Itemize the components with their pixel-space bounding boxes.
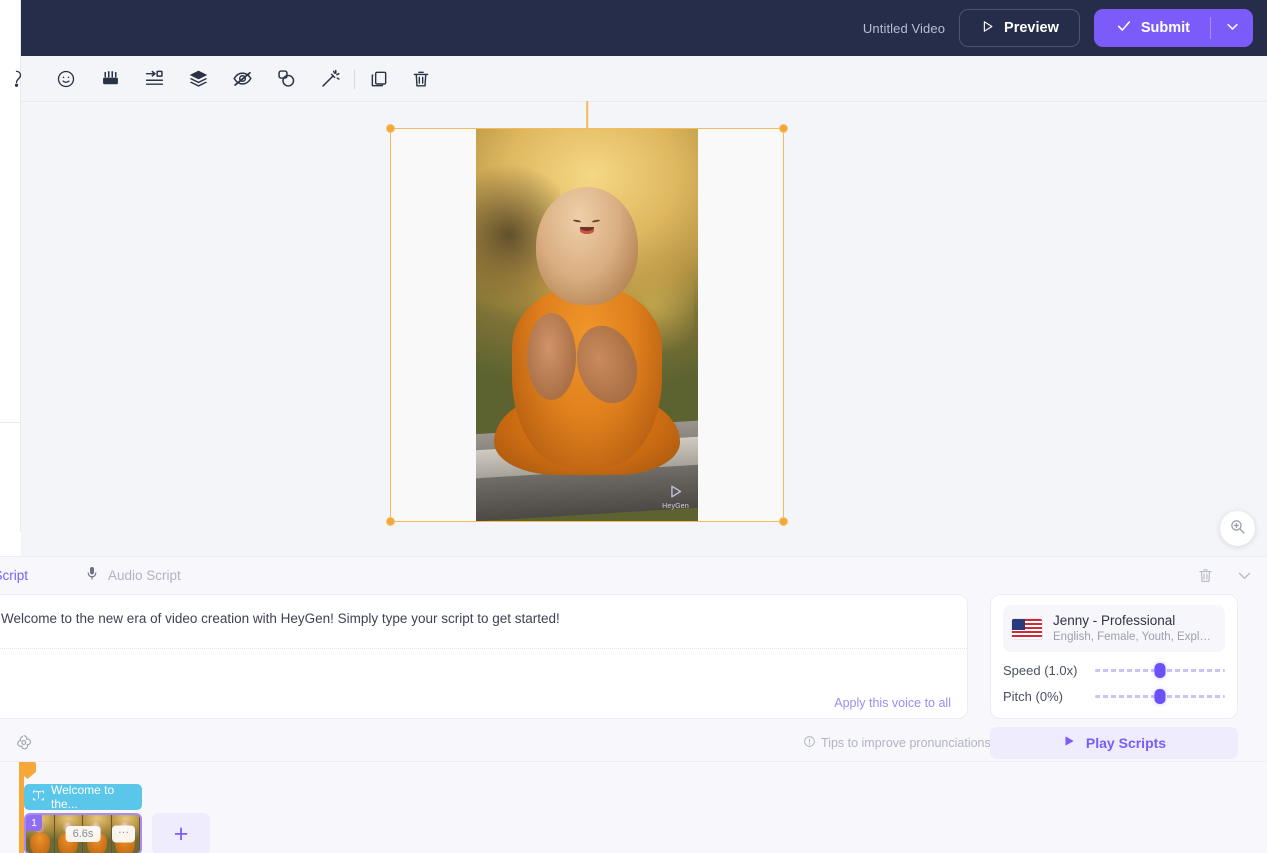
left-panel-stub-top: [0, 0, 21, 56]
voice-meta: Jenny - Professional English, Female, Yo…: [1053, 612, 1216, 645]
timeline[interactable]: Welcome to the... 1 6.6s ··· +: [0, 761, 1267, 853]
script-panel: t Script Audio Script: [0, 556, 1267, 761]
info-icon: [803, 735, 816, 751]
apply-voice-to-all-link[interactable]: Apply this voice to all: [834, 696, 951, 710]
watermark-label: HeyGen: [662, 503, 689, 510]
align-icon[interactable]: [138, 63, 170, 95]
check-icon: [1116, 18, 1132, 38]
scene-clip[interactable]: 1 6.6s ···: [24, 813, 142, 853]
us-flag-icon: [1012, 619, 1042, 639]
play-scripts-button[interactable]: Play Scripts: [990, 727, 1238, 759]
script-panel-header: t Script Audio Script: [0, 557, 1267, 594]
play-icon: [1062, 734, 1076, 751]
pitch-slider[interactable]: [1095, 690, 1225, 704]
hide-icon[interactable]: [226, 63, 258, 95]
speed-control: Speed (1.0x): [1003, 663, 1225, 678]
scene-duration-badge: 6.6s: [66, 826, 101, 842]
zoom-in-icon: [1229, 518, 1246, 540]
toolbar-divider: [354, 69, 355, 89]
emoji-icon[interactable]: [50, 63, 82, 95]
voice-details: English, Female, Youth, Explain...: [1053, 629, 1216, 645]
duplicate-icon[interactable]: [363, 63, 395, 95]
submit-label: Submit: [1141, 20, 1190, 36]
play-scripts-label: Play Scripts: [1086, 735, 1166, 751]
pitch-control: Pitch (0%): [1003, 689, 1225, 704]
speed-label: Speed (1.0x): [1003, 663, 1095, 678]
pronunciation-tips-link[interactable]: Tips to improve pronunciations: [803, 735, 991, 751]
heygen-video-editor: Untitled Video Preview Submit: [0, 0, 1267, 853]
layers-icon[interactable]: [182, 63, 214, 95]
sticker-icon[interactable]: [94, 63, 126, 95]
pronunciation-tips-label: Tips to improve pronunciations: [821, 736, 991, 750]
caption-clip[interactable]: Welcome to the...: [24, 784, 142, 810]
magic-wand-icon[interactable]: [314, 63, 346, 95]
left-panel-stub: [0, 102, 21, 532]
play-outline-icon: [980, 19, 995, 38]
delete-script-icon[interactable]: [1197, 567, 1214, 584]
pitch-slider-thumb[interactable]: [1155, 689, 1166, 704]
script-panel-footer: Tips to improve pronunciations Play Scri…: [0, 723, 1267, 762]
voice-name: Jenny - Professional: [1053, 612, 1216, 629]
voice-settings-card: Jenny - Professional English, Female, Yo…: [990, 594, 1238, 719]
speed-slider-thumb[interactable]: [1155, 663, 1166, 678]
text-clip-icon: [32, 789, 45, 805]
tab-audio-script[interactable]: Audio Script: [84, 565, 181, 586]
script-header-actions: [1197, 557, 1253, 594]
delete-icon[interactable]: [405, 63, 437, 95]
tab-audio-script-label: Audio Script: [108, 568, 181, 583]
caption-clip-label: Welcome to the...: [51, 783, 134, 811]
top-bar: Untitled Video Preview Submit: [21, 0, 1267, 56]
tab-text-script[interactable]: t Script: [0, 568, 28, 583]
element-toolbar: [21, 56, 1267, 102]
heygen-watermark: HeyGen: [662, 483, 689, 510]
script-divider: [0, 648, 967, 649]
project-title: Untitled Video: [863, 21, 945, 36]
left-panel-divider: [0, 422, 21, 423]
preview-label: Preview: [1004, 20, 1059, 36]
zoom-in-button[interactable]: [1220, 511, 1255, 546]
submit-dropdown-button[interactable]: [1211, 9, 1253, 47]
avatar-image[interactable]: HeyGen: [476, 128, 698, 522]
ai-settings-icon[interactable]: [14, 733, 33, 752]
group-icon[interactable]: [270, 63, 302, 95]
voice-selector[interactable]: Jenny - Professional English, Female, Yo…: [1003, 605, 1225, 652]
scene-more-options-button[interactable]: ···: [112, 826, 135, 843]
script-editor-card[interactable]: Welcome to the new era of video creation…: [0, 594, 968, 719]
speed-slider[interactable]: [1095, 664, 1225, 678]
add-scene-button[interactable]: +: [152, 813, 210, 853]
text-tool-icon[interactable]: [0, 63, 32, 95]
rotate-handle-stem[interactable]: [586, 101, 588, 129]
heygen-logo-icon: [667, 483, 684, 502]
script-text[interactable]: Welcome to the new era of video creation…: [1, 609, 951, 629]
submit-button[interactable]: Submit: [1094, 9, 1210, 47]
preview-button[interactable]: Preview: [959, 9, 1080, 47]
submit-button-group: Submit: [1094, 9, 1253, 47]
canvas-area[interactable]: HeyGen: [21, 102, 1267, 556]
microphone-icon: [84, 565, 100, 586]
scene-number-badge: 1: [26, 815, 42, 831]
avatar-photo: [476, 128, 698, 522]
chevron-down-icon: [1225, 19, 1240, 37]
pitch-label: Pitch (0%): [1003, 689, 1095, 704]
collapse-panel-icon[interactable]: [1236, 567, 1253, 584]
